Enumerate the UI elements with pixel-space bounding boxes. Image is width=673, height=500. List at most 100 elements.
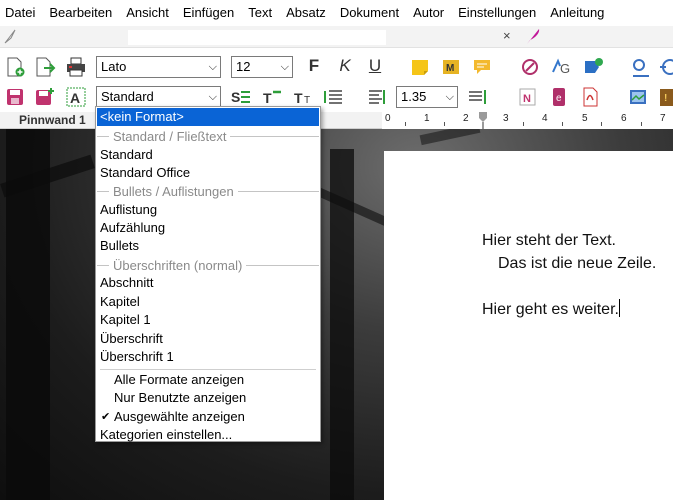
export-document-icon[interactable]	[34, 56, 56, 78]
line-spacing-select[interactable]: 1.35 ⌵	[396, 86, 458, 108]
group-divider	[230, 135, 319, 137]
option-show-selected[interactable]: ✔ Ausgewählte anzeigen	[97, 408, 319, 426]
sticky-note-icon[interactable]	[409, 56, 431, 78]
font-size-select[interactable]: 12 ⌵	[231, 56, 293, 78]
menu-bar: Datei Bearbeiten Ansicht Einfügen Text A…	[0, 0, 673, 26]
feather-icon[interactable]	[3, 28, 17, 44]
option-set-categories[interactable]: Kategorien einstellen...	[97, 426, 319, 444]
ruler-tick	[405, 122, 406, 126]
dropdown-item-ueberschrift-1[interactable]: Überschrift 1	[97, 348, 319, 366]
pinnwand-label[interactable]: Pinnwand 1	[19, 113, 86, 127]
goal-icon[interactable]	[629, 56, 651, 78]
text-caret	[618, 299, 620, 317]
book-export-icon[interactable]: !	[656, 86, 673, 108]
menu-ansicht[interactable]: Ansicht	[121, 0, 178, 26]
document-line[interactable]: Hier steht der Text.	[482, 232, 616, 250]
image-export-icon[interactable]	[627, 86, 649, 108]
document-line[interactable]: Hier geht es weiter.	[482, 301, 619, 318]
svg-text:T: T	[304, 95, 310, 106]
dropdown-item-standard-office[interactable]: Standard Office	[97, 164, 319, 182]
style-list-icon[interactable]: S	[230, 86, 252, 108]
document-page[interactable]: Hier steht der Text. Das ist die neue Ze…	[384, 151, 673, 500]
thesaurus-icon[interactable]: G	[551, 56, 573, 78]
new-document-icon[interactable]	[4, 56, 26, 78]
font-name-value: Lato	[101, 59, 127, 74]
numbered-list-icon[interactable]	[322, 86, 344, 108]
menu-dokument[interactable]: Dokument	[335, 0, 408, 26]
dropdown-item-bullets[interactable]: Bullets	[97, 237, 319, 255]
heading-increase-icon[interactable]: T	[261, 86, 283, 108]
dropdown-separator	[100, 369, 316, 370]
comment-icon[interactable]	[471, 56, 493, 78]
dropdown-item-kein-format[interactable]: <kein Format>	[97, 108, 319, 126]
dropdown-item-kapitel[interactable]: Kapitel	[97, 293, 319, 311]
dropdown-group-standard: Standard / Fließtext	[97, 127, 319, 145]
spellcheck-icon[interactable]	[519, 56, 541, 78]
document-tab-field[interactable]	[128, 30, 386, 45]
group-divider	[97, 264, 109, 266]
dropdown-item-aufzaehlung[interactable]: Aufzählung	[97, 219, 319, 237]
svg-text:N: N	[523, 93, 531, 105]
menu-absatz[interactable]: Absatz	[281, 0, 335, 26]
option-only-used[interactable]: Nur Benutzte anzeigen	[97, 389, 319, 407]
ruler-number: 4	[542, 113, 548, 124]
text-format-icon[interactable]: A	[65, 86, 87, 108]
dropdown-item-standard[interactable]: Standard	[97, 146, 319, 164]
ruler-tick	[641, 122, 642, 126]
onenote-export-icon[interactable]: N	[517, 86, 539, 108]
close-tab-icon[interactable]: ×	[503, 28, 511, 43]
printer-icon[interactable]	[65, 56, 87, 78]
pdf-export-icon[interactable]	[579, 86, 601, 108]
statistics-icon[interactable]	[658, 56, 673, 78]
save-as-icon[interactable]	[34, 86, 56, 108]
ruler-number: 0	[385, 113, 391, 124]
checkmark-icon: ✔	[101, 411, 111, 423]
paragraph-style-select[interactable]: Standard ⌵	[96, 86, 221, 108]
chevron-down-icon: ⌵	[208, 91, 217, 103]
group-title: Bullets / Auflistungen	[113, 183, 234, 199]
tab-row: ×	[0, 26, 673, 48]
chevron-down-icon: ⌵	[280, 61, 289, 73]
ruler-number: 6	[621, 113, 627, 124]
italic-button[interactable]: K	[336, 56, 354, 76]
ruler-scale[interactable]: 0 1 2 3 4 5 6 7	[382, 112, 673, 129]
underline-button[interactable]: U	[366, 56, 384, 76]
document-line-with-caret[interactable]: Hier geht es weiter.	[482, 299, 620, 319]
synonym-icon[interactable]	[582, 56, 604, 78]
menu-autor[interactable]: Autor	[408, 0, 453, 26]
heading-decrease-icon[interactable]: TT	[292, 86, 314, 108]
group-title: Standard / Fließtext	[113, 128, 227, 144]
save-icon[interactable]	[4, 86, 26, 108]
svg-text:A: A	[70, 90, 80, 106]
document-line[interactable]: Das ist die neue Zeile.	[498, 255, 656, 273]
svg-text:M: M	[446, 63, 454, 74]
toolbar: Lato ⌵ 12 ⌵ F K U M G A Standard ⌵ S T T…	[0, 48, 673, 113]
option-show-selected-label: Ausgewählte anzeigen	[114, 409, 245, 424]
ruler-number: 2	[463, 113, 469, 124]
dropdown-item-abschnitt[interactable]: Abschnitt	[97, 274, 319, 292]
menu-datei[interactable]: Datei	[0, 0, 44, 26]
menu-anleitung[interactable]: Anleitung	[545, 0, 613, 26]
menu-bearbeiten[interactable]: Bearbeiten	[44, 0, 121, 26]
chevron-down-icon: ⌵	[445, 91, 454, 103]
quill-pen-icon[interactable]	[525, 27, 541, 45]
indent-marker-icon[interactable]	[478, 112, 488, 129]
font-name-select[interactable]: Lato ⌵	[96, 56, 221, 78]
ruler-tick	[601, 122, 602, 126]
paragraph-style-dropdown: <kein Format> Standard / Fließtext Stand…	[95, 106, 321, 442]
ebook-export-icon[interactable]: e	[548, 86, 570, 108]
chevron-down-icon: ⌵	[208, 61, 217, 73]
menu-einstellungen[interactable]: Einstellungen	[453, 0, 545, 26]
dropdown-item-auflistung[interactable]: Auflistung	[97, 201, 319, 219]
dropdown-item-kapitel-1[interactable]: Kapitel 1	[97, 311, 319, 329]
tree-branch-image	[419, 129, 481, 146]
bold-button[interactable]: F	[305, 56, 323, 76]
menu-einfuegen[interactable]: Einfügen	[178, 0, 243, 26]
menu-text[interactable]: Text	[243, 0, 281, 26]
paragraph-spacing-icon[interactable]	[466, 86, 488, 108]
marker-note-icon[interactable]: M	[440, 56, 462, 78]
line-spacing-icon[interactable]	[365, 86, 387, 108]
option-show-all-formats[interactable]: Alle Formate anzeigen	[97, 371, 319, 389]
group-divider	[97, 135, 109, 137]
dropdown-item-ueberschrift[interactable]: Überschrift	[97, 330, 319, 348]
